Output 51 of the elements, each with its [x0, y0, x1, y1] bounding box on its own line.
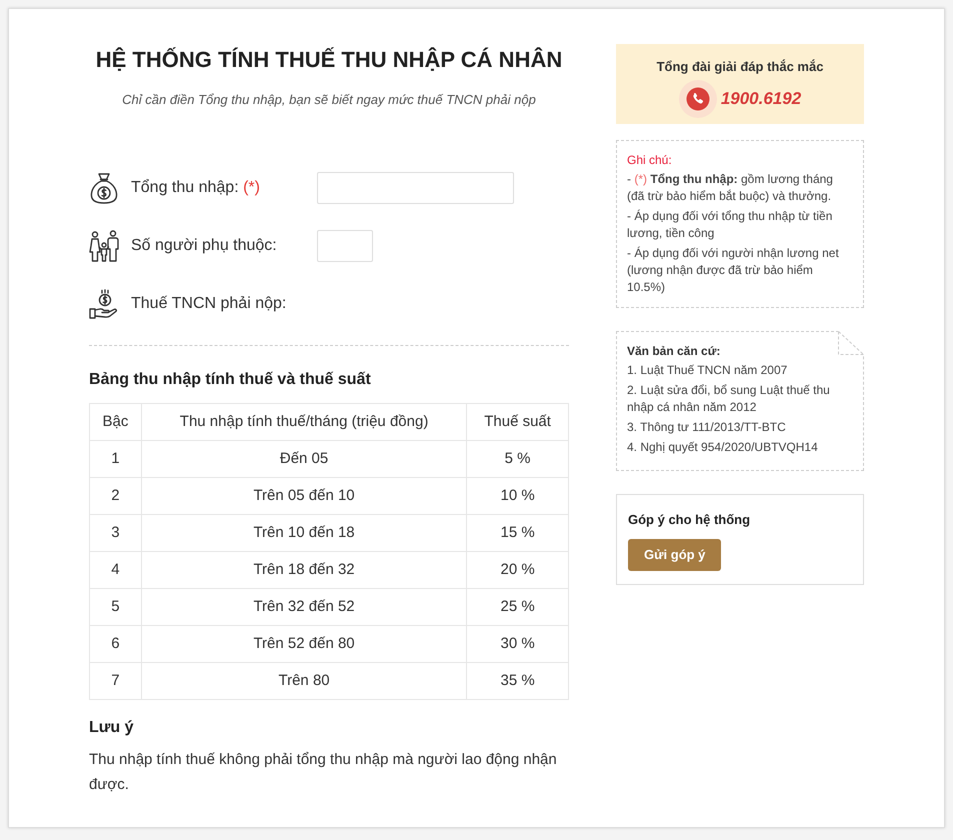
- note-text: - Áp dụng đối với tổng thu nhập từ tiền lương, tiền công: [627, 208, 834, 242]
- table-cell: 5: [90, 588, 142, 626]
- table-cell: 2: [90, 478, 142, 514]
- table-cell: 30 %: [466, 626, 568, 662]
- page-subtitle: Chỉ cần điền Tổng thu nhập, bạn sẽ biết ngay mức thuế TNCN phải nộp: [121, 91, 537, 109]
- table-cell: 15 %: [466, 514, 568, 552]
- table-cell: 6: [90, 626, 142, 662]
- column-header: Thu nhập tính thuế/tháng (triệu đồng): [141, 404, 467, 440]
- table-cell: 4: [90, 552, 142, 588]
- column-header: Thuế suất: [466, 404, 568, 440]
- hand-coin-icon: [89, 289, 119, 319]
- reference-text: 4. Nghị quyết 954/2020/UBTVQH14: [627, 439, 819, 456]
- field-label: Tổng thu nhập: (*): [131, 178, 261, 198]
- table-cell: 1: [90, 440, 142, 478]
- note-text: - (*) Tổng thu nhập: gồm lương tháng (đã trừ bảo hiểm bắt buộc) và thưởng.: [627, 171, 834, 205]
- reference-text: 2. Luật sửa đổi, bổ sung Luật thuế thu nhập cá nhân năm 2012: [627, 382, 831, 416]
- reference-text: 1. Luật Thuế TNCN năm 2007: [627, 362, 788, 379]
- input-field[interactable]: [317, 172, 514, 204]
- table-cell: 25 %: [466, 588, 568, 626]
- money-bag-icon: [90, 172, 118, 204]
- notice-text: Thu nhập tính thuế không phải tổng thu nhập mà người lao động nhận được.: [89, 750, 558, 795]
- page-title: HỆ THỐNG TÍNH THUẾ THU NHẬP CÁ NHÂN: [94, 46, 564, 74]
- table-cell: Trên 10 đến 18: [141, 514, 467, 552]
- table-cell: 7: [90, 662, 142, 700]
- phone-icon: [678, 80, 717, 118]
- hotline-title: Tổng đài giải đáp thắc mắc: [656, 58, 824, 76]
- note-text: - Áp dụng đối với người nhận lương net (lương nhận được đã trừ bảo hiểm 10.5%): [627, 245, 840, 296]
- family-icon: [89, 230, 119, 262]
- table-cell: 35 %: [466, 662, 568, 700]
- input-field[interactable]: [317, 230, 373, 262]
- table-cell: Đến 05: [141, 440, 467, 478]
- notice-title: Lưu ý: [89, 718, 134, 738]
- field-label: Thuế TNCN phải nộp:: [131, 294, 288, 314]
- table-cell: 20 %: [466, 552, 568, 588]
- table-cell: Trên 05 đến 10: [141, 478, 467, 514]
- notes-title: Ghi chú:: [627, 152, 673, 169]
- table-cell: Trên 80: [141, 662, 467, 700]
- references-title: Văn bản căn cứ:: [627, 343, 722, 360]
- feedback-button[interactable]: Gửi góp ý: [628, 539, 722, 571]
- table-cell: Trên 52 đến 80: [141, 626, 467, 662]
- reference-text: 3. Thông tư 111/2013/TT-BTC: [627, 419, 787, 436]
- table-cell: 5 %: [466, 440, 568, 478]
- table-cell: Trên 18 đến 32: [141, 552, 467, 588]
- table-cell: 3: [90, 514, 142, 552]
- table-cell: Trên 32 đến 52: [141, 588, 467, 626]
- table-cell: 10 %: [466, 478, 568, 514]
- table-title: Bảng thu nhập tính thuế và thuế suất: [89, 370, 372, 390]
- field-label: Số người phụ thuộc:: [131, 236, 278, 256]
- feedback-title: Góp ý cho hệ thống: [628, 511, 752, 529]
- column-header: Bậc: [90, 404, 142, 440]
- hotline-number[interactable]: 1900.6192: [720, 88, 802, 110]
